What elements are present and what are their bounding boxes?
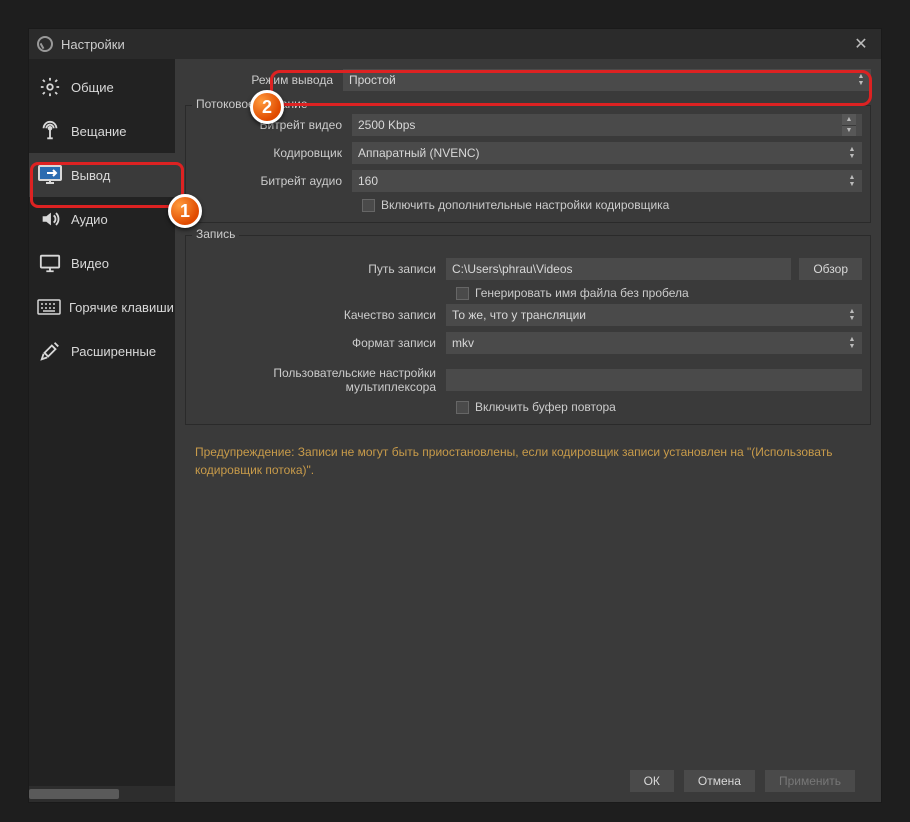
sidebar-item-video[interactable]: Видео — [29, 241, 175, 285]
cancel-button[interactable]: Отмена — [684, 770, 755, 792]
streaming-group: Потоковое вещание Битрейт видео 2500 Kbp… — [185, 105, 871, 223]
sidebar-item-label: Общие — [71, 80, 114, 95]
recording-path-label: Путь записи — [194, 262, 446, 276]
badge-1: 1 — [168, 194, 202, 228]
generate-filename-checkbox-label: Генерировать имя файла без пробела — [475, 286, 689, 300]
recording-quality-select[interactable]: То же, что у трансляции ▲▼ — [446, 304, 862, 326]
recording-group-title: Запись — [192, 227, 239, 241]
recording-format-select[interactable]: mkv ▲▼ — [446, 332, 862, 354]
sidebar-item-label: Расширенные — [71, 344, 156, 359]
recording-quality-label: Качество записи — [194, 308, 446, 322]
badge-2: 2 — [250, 90, 284, 124]
sidebar-item-general[interactable]: Общие — [29, 65, 175, 109]
browse-button[interactable]: Обзор — [799, 258, 862, 280]
sidebar-item-output[interactable]: Вывод — [29, 153, 175, 197]
main-panel: Режим вывода Простой ▲▼ Потоковое вещани… — [175, 59, 881, 802]
antenna-icon — [37, 118, 63, 144]
encoder-select[interactable]: Аппаратный (NVENC) ▲▼ — [352, 142, 862, 164]
sidebar-item-label: Горячие клавиши — [69, 300, 174, 315]
advanced-encoder-checkbox-label: Включить дополнительные настройки кодиро… — [381, 198, 669, 212]
replay-buffer-checkbox-label: Включить буфер повтора — [475, 400, 616, 414]
advanced-encoder-checkbox[interactable] — [362, 199, 375, 212]
recording-format-label: Формат записи — [194, 336, 446, 350]
recording-group: Запись Путь записи C:\Users\phrau\Videos… — [185, 235, 871, 425]
mux-settings-input[interactable] — [446, 369, 862, 391]
monitor-icon — [37, 250, 63, 276]
sidebar-scrollbar[interactable] — [29, 786, 175, 802]
tools-icon — [37, 338, 63, 364]
sidebar: Общие Вещание Вывод Аудио Видео Горячие … — [29, 59, 175, 802]
apply-button[interactable]: Применить — [765, 770, 855, 792]
output-mode-select[interactable]: Простой ▲▼ — [343, 69, 871, 91]
warning-text: Предупреждение: Записи не могут быть при… — [185, 437, 871, 485]
sidebar-item-label: Вывод — [71, 168, 110, 183]
output-mode-label: Режим вывода — [185, 73, 343, 87]
settings-window: Настройки ✕ Общие Вещание Вывод Аудио — [28, 28, 882, 803]
sidebar-item-advanced[interactable]: Расширенные — [29, 329, 175, 373]
audio-bitrate-select[interactable]: 160 ▲▼ — [352, 170, 862, 192]
sidebar-item-label: Аудио — [71, 212, 108, 227]
recording-path-input[interactable]: C:\Users\phrau\Videos — [446, 258, 791, 280]
window-title: Настройки — [61, 37, 125, 52]
output-icon — [37, 162, 63, 188]
gear-icon — [37, 74, 63, 100]
replay-buffer-checkbox[interactable] — [456, 401, 469, 414]
encoder-label: Кодировщик — [194, 146, 352, 160]
ok-button[interactable]: ОК — [630, 770, 674, 792]
sidebar-item-audio[interactable]: Аудио — [29, 197, 175, 241]
keyboard-icon — [37, 294, 61, 320]
sidebar-item-hotkeys[interactable]: Горячие клавиши — [29, 285, 175, 329]
sidebar-item-stream[interactable]: Вещание — [29, 109, 175, 153]
sidebar-item-label: Вещание — [71, 124, 127, 139]
audio-bitrate-label: Битрейт аудио — [194, 174, 352, 188]
sidebar-item-label: Видео — [71, 256, 109, 271]
generate-filename-checkbox[interactable] — [456, 287, 469, 300]
dialog-footer: ОК Отмена Применить — [185, 760, 871, 802]
app-icon — [37, 36, 53, 52]
titlebar: Настройки ✕ — [29, 29, 881, 59]
speaker-icon — [37, 206, 63, 232]
close-icon[interactable]: ✕ — [849, 34, 873, 54]
video-bitrate-input[interactable]: 2500 Kbps ▲▼ — [352, 114, 862, 136]
mux-settings-label: Пользовательские настройки мультиплексор… — [194, 366, 446, 394]
